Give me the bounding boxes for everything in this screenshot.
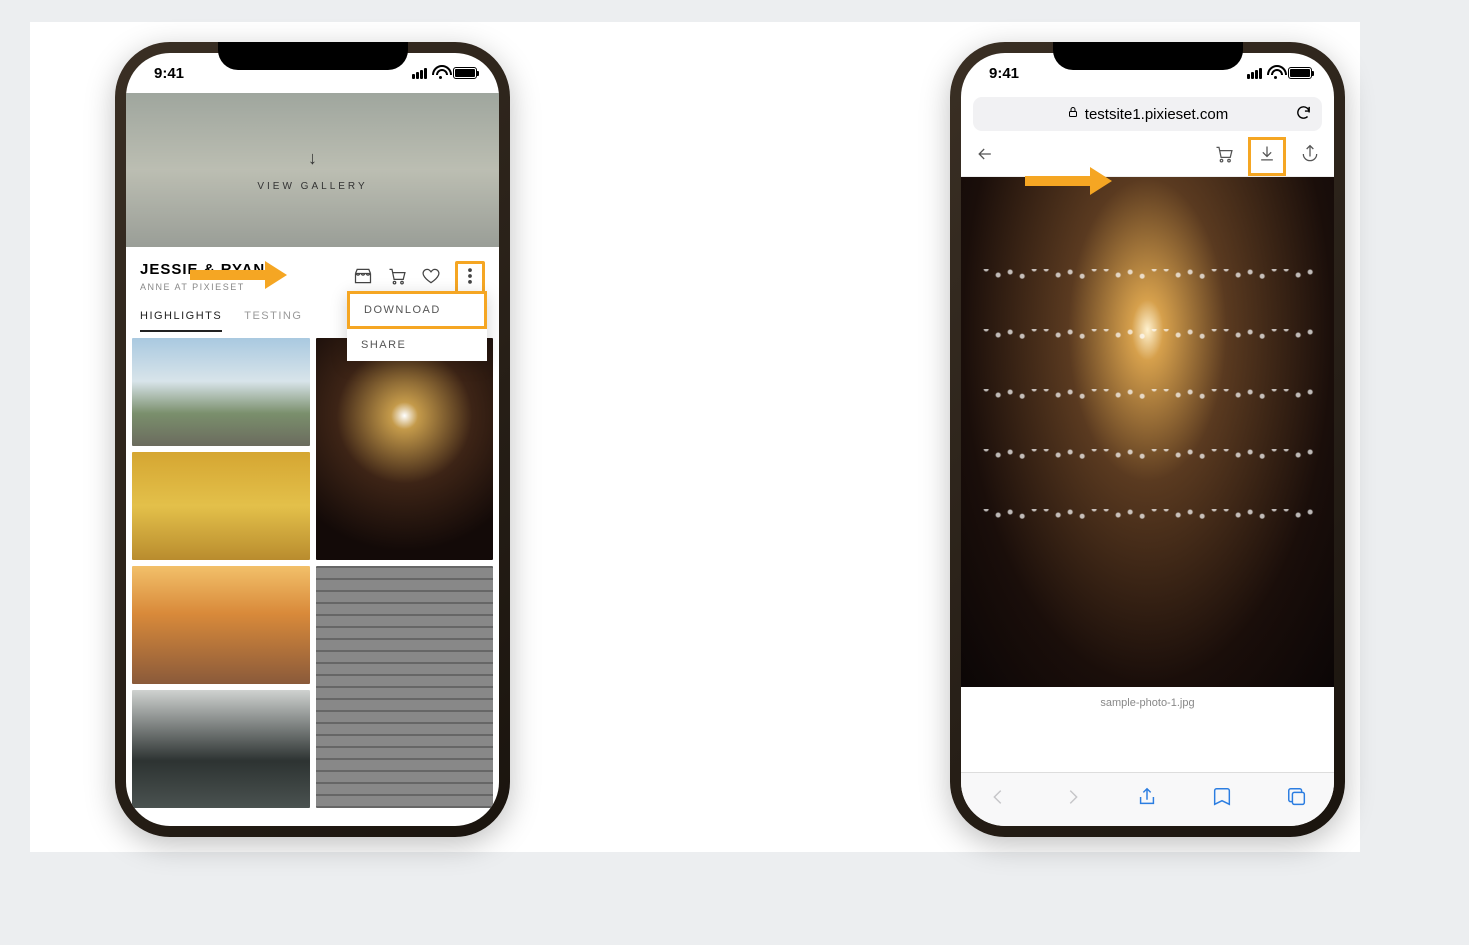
lock-icon <box>1067 105 1079 123</box>
safari-toolbar <box>961 772 1334 826</box>
thumbnail[interactable] <box>316 566 494 808</box>
screen: 9:41 ↓ VIEW GALLERY JESSIE & RYAN ANNE A… <box>126 53 499 826</box>
nav-forward-icon[interactable] <box>1062 786 1084 813</box>
photo-toolbar <box>961 137 1334 177</box>
nav-back-icon[interactable] <box>987 786 1009 813</box>
tabs-icon[interactable] <box>1286 786 1308 813</box>
phone-mockup-photo-view: 9:41 testsite1.pixieset.com <box>950 42 1345 837</box>
status-icons <box>1247 67 1312 79</box>
annotation-arrow <box>1025 170 1112 192</box>
thumbnail[interactable] <box>132 452 310 560</box>
heart-icon[interactable] <box>421 266 441 291</box>
status-icons <box>412 67 477 79</box>
battery-icon <box>453 67 477 79</box>
photo-grid <box>126 332 499 814</box>
wifi-icon <box>1267 67 1283 79</box>
thumbnail[interactable] <box>132 338 310 446</box>
phone-mockup-gallery: 9:41 ↓ VIEW GALLERY JESSIE & RYAN ANNE A… <box>115 42 510 837</box>
photo-caption: sample-photo-1.jpg <box>961 687 1334 721</box>
address-bar[interactable]: testsite1.pixieset.com <box>973 97 1322 131</box>
url-text: testsite1.pixieset.com <box>1085 106 1228 123</box>
store-icon[interactable] <box>353 266 373 291</box>
wifi-icon <box>432 67 448 79</box>
bookmarks-icon[interactable] <box>1211 786 1233 813</box>
screen: 9:41 testsite1.pixieset.com <box>961 53 1334 826</box>
thumbnail[interactable] <box>132 690 310 808</box>
annotation-arrow <box>190 264 287 286</box>
cellular-icon <box>412 68 427 79</box>
menu-item-share[interactable]: SHARE <box>347 329 487 361</box>
canvas: 9:41 ↓ VIEW GALLERY JESSIE & RYAN ANNE A… <box>30 22 1360 852</box>
status-bar: 9:41 <box>961 53 1334 93</box>
view-gallery-label: VIEW GALLERY <box>257 181 367 192</box>
thumbnail[interactable] <box>132 566 310 684</box>
tab-highlights[interactable]: HIGHLIGHTS <box>140 310 222 332</box>
battery-icon <box>1288 67 1312 79</box>
menu-item-download[interactable]: DOWNLOAD <box>347 291 487 329</box>
download-button[interactable] <box>1248 137 1286 176</box>
hero-banner[interactable]: ↓ VIEW GALLERY <box>126 93 499 247</box>
reload-icon[interactable] <box>1295 104 1312 125</box>
photo-viewer[interactable] <box>961 177 1334 687</box>
share-sheet-icon[interactable] <box>1136 786 1158 813</box>
share-icon[interactable] <box>1300 144 1320 169</box>
cellular-icon <box>1247 68 1262 79</box>
status-bar: 9:41 <box>126 53 499 93</box>
more-menu-dropdown: DOWNLOAD SHARE <box>347 291 487 361</box>
cart-icon[interactable] <box>1214 144 1234 169</box>
thumbnail[interactable] <box>316 338 494 560</box>
status-time: 9:41 <box>989 65 1019 82</box>
cart-icon[interactable] <box>387 266 407 291</box>
status-time: 9:41 <box>154 65 184 82</box>
arrow-down-icon: ↓ <box>308 148 317 169</box>
back-button[interactable] <box>975 144 995 169</box>
tab-testing[interactable]: TESTING <box>244 310 302 332</box>
